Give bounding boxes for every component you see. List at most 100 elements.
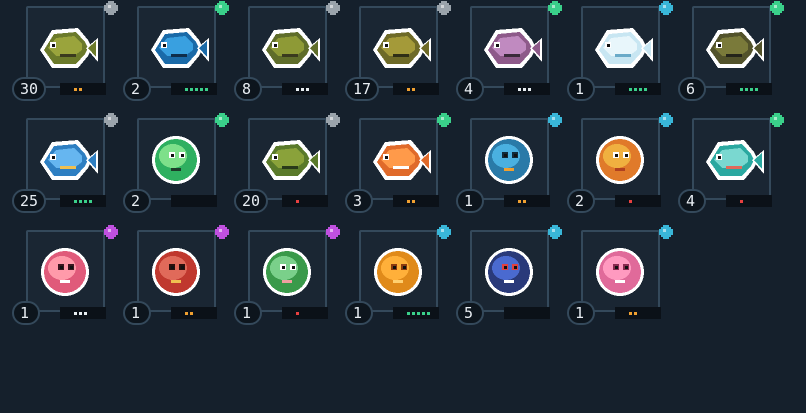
inventory-slot[interactable]: 1 [123,224,229,325]
rarity-gem-icon [215,0,229,15]
quality-pip [629,312,632,315]
quality-pip [422,312,425,315]
quality-bar [60,195,106,207]
inventory-slot[interactable]: 1 [567,0,673,101]
quality-bar [60,307,106,319]
quality-pips [296,88,309,91]
slug-icon [363,234,433,308]
quality-pip [745,88,748,91]
quality-pips [518,200,526,203]
quality-pip [190,312,193,315]
rarity-gem-icon [548,112,562,127]
quality-bar [171,307,217,319]
inventory-grid: 30 2 8 17 4 1 6 25 2 20 3 1 2 4 1 1 1 1 … [0,0,806,413]
item-count: 2 [123,77,151,101]
quality-pip [750,88,753,91]
item-count: 30 [12,77,47,101]
item-count: 1 [456,189,484,213]
rarity-gem-icon [437,224,451,239]
creature-icon [474,234,544,308]
inventory-slot[interactable]: 1 [345,224,451,325]
quality-pip [306,88,309,91]
quality-pip [79,88,82,91]
quality-bar [615,83,661,95]
quality-pips [407,312,430,315]
fish-icon [585,10,655,84]
inventory-slot[interactable]: 2 [123,0,229,101]
quality-pip [634,312,637,315]
quality-pip [190,88,193,91]
crab-icon [141,234,211,308]
inventory-slot[interactable]: 2 [567,112,673,213]
quality-pip [518,88,521,91]
inventory-slot[interactable]: 25 [12,112,118,213]
item-count: 5 [456,301,484,325]
quality-pip [195,88,198,91]
item-count: 2 [123,189,151,213]
inventory-slot[interactable]: 1 [234,224,340,325]
octopus-icon [474,122,544,196]
item-count: 8 [234,77,262,101]
fish-icon [30,10,100,84]
inventory-slot[interactable]: 4 [678,112,784,213]
inventory-slot[interactable]: 1 [12,224,118,325]
quality-pip [74,88,77,91]
fish-icon [474,10,544,84]
fish-icon [585,234,655,308]
item-count: 25 [12,189,47,213]
inventory-slot[interactable]: 30 [12,0,118,101]
quality-pip [74,312,77,315]
inventory-slot[interactable]: 20 [234,112,340,213]
inventory-slot[interactable]: 6 [678,0,784,101]
inventory-slot[interactable]: 1 [456,112,562,213]
quality-bar [726,83,772,95]
fish-icon [696,10,766,84]
quality-pip [205,88,208,91]
quality-bar [282,83,328,95]
quality-pips [740,200,743,203]
item-count: 4 [456,77,484,101]
rarity-gem-icon [437,112,451,127]
rarity-gem-icon [104,0,118,15]
quality-pip [629,88,632,91]
quality-bar [504,195,550,207]
quality-pip [407,312,410,315]
inventory-slot[interactable]: 1 [567,224,673,325]
quality-bar [615,195,661,207]
quality-pip [74,200,77,203]
quality-pip [518,200,521,203]
quality-pip [644,88,647,91]
quality-pip [639,88,642,91]
quality-bar [282,195,328,207]
item-count: 20 [234,189,269,213]
quality-pips [185,88,208,91]
quality-pips [185,312,193,315]
inventory-slot[interactable]: 8 [234,0,340,101]
quality-bar [60,83,106,95]
rarity-gem-icon [104,112,118,127]
inventory-slot[interactable]: 17 [345,0,451,101]
quality-pip [407,88,410,91]
rarity-gem-icon [326,112,340,127]
quality-pips [740,88,758,91]
quality-bar [171,195,217,207]
quality-bar [615,307,661,319]
rarity-gem-icon [215,224,229,239]
rarity-gem-icon [548,0,562,15]
quality-pip [412,312,415,315]
rarity-gem-icon [215,112,229,127]
fish-icon [30,122,100,196]
inventory-slot[interactable]: 5 [456,224,562,325]
quality-pip [407,200,410,203]
inventory-slot[interactable]: 3 [345,112,451,213]
quality-pip [296,200,299,203]
fish-icon [696,122,766,196]
quality-pip [185,88,188,91]
quality-pips [74,200,92,203]
inventory-slot[interactable]: 4 [456,0,562,101]
fish-icon [585,122,655,196]
quality-pips [518,88,531,91]
quality-pip [79,200,82,203]
item-count: 17 [345,77,380,101]
inventory-slot[interactable]: 2 [123,112,229,213]
